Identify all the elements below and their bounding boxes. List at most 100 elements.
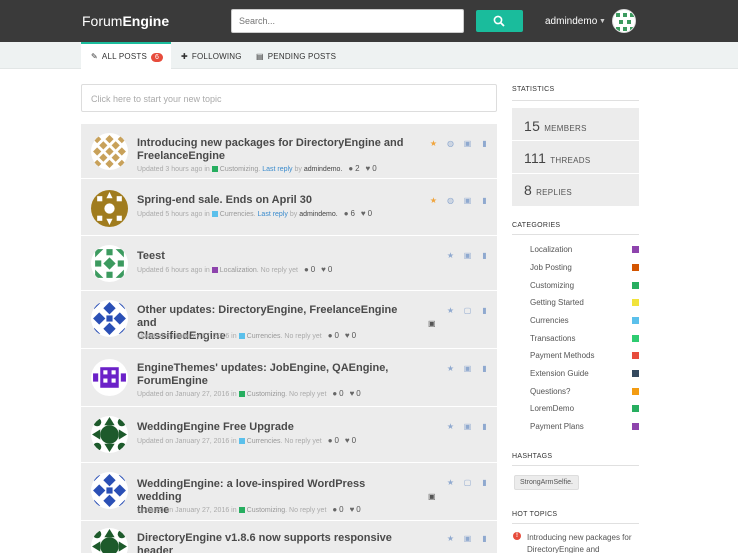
author-link[interactable]: admindemo. xyxy=(304,166,343,173)
caret-down-icon[interactable]: ▼ xyxy=(599,18,606,25)
globe-icon[interactable]: ◍ xyxy=(442,196,459,205)
star-icon[interactable]: ★ xyxy=(442,478,459,487)
category-item-payment-methods[interactable]: Payment Methods xyxy=(530,351,594,360)
category-item-localization[interactable]: Localization xyxy=(530,245,572,254)
thread-title[interactable]: Introducing new packages for DirectoryEn… xyxy=(137,137,407,163)
thread-row[interactable]: Spring-end sale. Ends on April 30 Update… xyxy=(81,180,497,236)
hashtags-heading: HASHTAGS xyxy=(512,453,553,460)
category-color xyxy=(632,317,639,324)
star-icon[interactable]: ★ xyxy=(442,534,459,543)
lock-icon[interactable]: ▣ xyxy=(459,139,476,148)
star-icon[interactable]: ★ xyxy=(442,364,459,373)
trash-icon[interactable]: ▮ xyxy=(476,251,493,260)
new-topic-input[interactable]: Click here to start your new topic xyxy=(81,84,497,112)
author-avatar[interactable] xyxy=(91,300,128,337)
category-link[interactable]: Currencies xyxy=(247,333,281,340)
username[interactable]: admindemo xyxy=(545,16,597,27)
category-link[interactable]: Customizing xyxy=(247,507,286,514)
star-icon[interactable]: ★ xyxy=(442,422,459,431)
search-button[interactable] xyxy=(476,10,523,32)
globe-icon[interactable]: ◍ xyxy=(442,139,459,148)
thread-title[interactable]: Teest xyxy=(137,250,407,263)
author-avatar[interactable] xyxy=(91,528,128,553)
thread-tools: ★ ▢ ▮ xyxy=(442,478,493,487)
thread-row[interactable]: Other updates: DirectoryEngine, Freelanc… xyxy=(81,292,497,349)
threads-stat: 111 THREADS xyxy=(524,150,591,166)
thread-tools: ★ ▣ ▮ xyxy=(442,364,493,373)
author-avatar[interactable] xyxy=(91,190,128,227)
category-link[interactable]: Customizing xyxy=(220,166,259,173)
thread-row[interactable]: Introducing new packages for DirectoryEn… xyxy=(81,124,497,179)
trash-icon[interactable]: ▮ xyxy=(476,139,493,148)
star-icon[interactable]: ★ xyxy=(425,139,442,148)
locked-icon: ▣ xyxy=(428,492,436,501)
category-item-job-posting[interactable]: Job Posting xyxy=(530,263,572,272)
thread-row[interactable]: DirectoryEngine v1.8.6 now supports resp… xyxy=(81,522,497,553)
thread-row[interactable]: Teest Updated 6 hours ago in Localization… xyxy=(81,237,497,291)
lock-icon[interactable]: ▣ xyxy=(459,251,476,260)
author-link[interactable]: admindemo. xyxy=(299,211,338,218)
tab-pending-posts[interactable]: ▤ PENDING POSTS xyxy=(256,42,336,69)
unlock-icon[interactable]: ▢ xyxy=(459,478,476,487)
lock-icon[interactable]: ▣ xyxy=(459,364,476,373)
thread-meta: Updated 6 hours ago in Localization. No r… xyxy=(137,265,333,274)
category-link[interactable]: Customizing xyxy=(247,391,286,398)
thread-title[interactable]: EngineThemes' updates: JobEngine, QAEngi… xyxy=(137,362,407,388)
unlock-icon[interactable]: ▢ xyxy=(459,306,476,315)
category-color xyxy=(632,282,639,289)
tab-all-posts[interactable]: ✎ ALL POSTS 6 xyxy=(81,42,171,69)
category-link[interactable]: Localization xyxy=(220,267,257,274)
category-item-currencies[interactable]: Currencies xyxy=(530,316,569,325)
star-icon[interactable]: ★ xyxy=(442,306,459,315)
category-item-payment-plans[interactable]: Payment Plans xyxy=(530,422,584,431)
author-avatar[interactable] xyxy=(91,472,128,509)
search-icon xyxy=(493,15,505,27)
thread-title[interactable]: WeddingEngine Free Upgrade xyxy=(137,421,407,434)
inbox-icon: ▤ xyxy=(256,52,264,61)
category-link[interactable]: Currencies xyxy=(247,438,281,445)
trash-icon[interactable]: ▮ xyxy=(476,196,493,205)
trash-icon[interactable]: ▮ xyxy=(476,534,493,543)
lock-icon[interactable]: ▣ xyxy=(459,534,476,543)
thread-row[interactable]: EngineThemes' updates: JobEngine, QAEngi… xyxy=(81,350,497,407)
lock-icon[interactable]: ▣ xyxy=(459,196,476,205)
category-item-questions[interactable]: Questions? xyxy=(530,387,570,396)
edit-icon: ✎ xyxy=(91,52,98,61)
category-item-loremdemo[interactable]: LoremDemo xyxy=(530,404,574,413)
last-reply-link[interactable]: Last reply xyxy=(258,211,288,218)
last-reply-link[interactable]: Last reply xyxy=(262,166,292,173)
thread-row[interactable]: WeddingEngine: a love-inspired WordPress… xyxy=(81,464,497,521)
category-link[interactable]: Currencies xyxy=(220,211,254,218)
category-item-transactions[interactable]: Transactions xyxy=(530,334,576,343)
category-item-extension-guide[interactable]: Extension Guide xyxy=(530,369,589,378)
thread-row[interactable]: WeddingEngine Free Upgrade Updated on Ja… xyxy=(81,408,497,463)
trash-icon[interactable]: ▮ xyxy=(476,306,493,315)
lock-icon[interactable]: ▣ xyxy=(459,422,476,431)
hot-topic-link[interactable]: Introducing new packages for DirectoryEn… xyxy=(527,532,639,553)
site-logo[interactable]: ForumEngine xyxy=(82,13,169,29)
star-icon[interactable]: ★ xyxy=(425,196,442,205)
author-avatar[interactable] xyxy=(91,359,128,396)
tab-following[interactable]: ✚ FOLLOWING xyxy=(181,42,242,69)
hot-topics-heading: HOT TOPICS xyxy=(512,511,558,518)
trash-icon[interactable]: ▮ xyxy=(476,364,493,373)
search-input[interactable] xyxy=(231,9,464,33)
comment-icon: ● xyxy=(303,265,309,274)
thread-tools: ★ ▣ ▮ xyxy=(442,251,493,260)
star-icon[interactable]: ★ xyxy=(442,251,459,260)
author-avatar[interactable] xyxy=(91,245,128,282)
comment-icon: ● xyxy=(332,505,338,514)
author-avatar[interactable] xyxy=(91,416,128,453)
trash-icon[interactable]: ▮ xyxy=(476,478,493,487)
category-item-getting-started[interactable]: Getting Started xyxy=(530,298,584,307)
hashtag-chip[interactable]: StrongArmSelfie. xyxy=(514,475,579,490)
user-avatar[interactable] xyxy=(612,9,636,33)
heart-icon: ♥ xyxy=(365,164,371,173)
thread-title[interactable]: Spring-end sale. Ends on April 30 xyxy=(137,194,407,207)
trash-icon[interactable]: ▮ xyxy=(476,422,493,431)
author-avatar[interactable] xyxy=(91,133,128,170)
category-item-customizing[interactable]: Customizing xyxy=(530,281,574,290)
thread-title[interactable]: DirectoryEngine v1.8.6 now supports resp… xyxy=(137,532,407,553)
categories-heading: CATEGORIES xyxy=(512,222,561,229)
tab-bar: ✎ ALL POSTS 6 ✚ FOLLOWING ▤ PENDING POSTS xyxy=(0,42,738,69)
